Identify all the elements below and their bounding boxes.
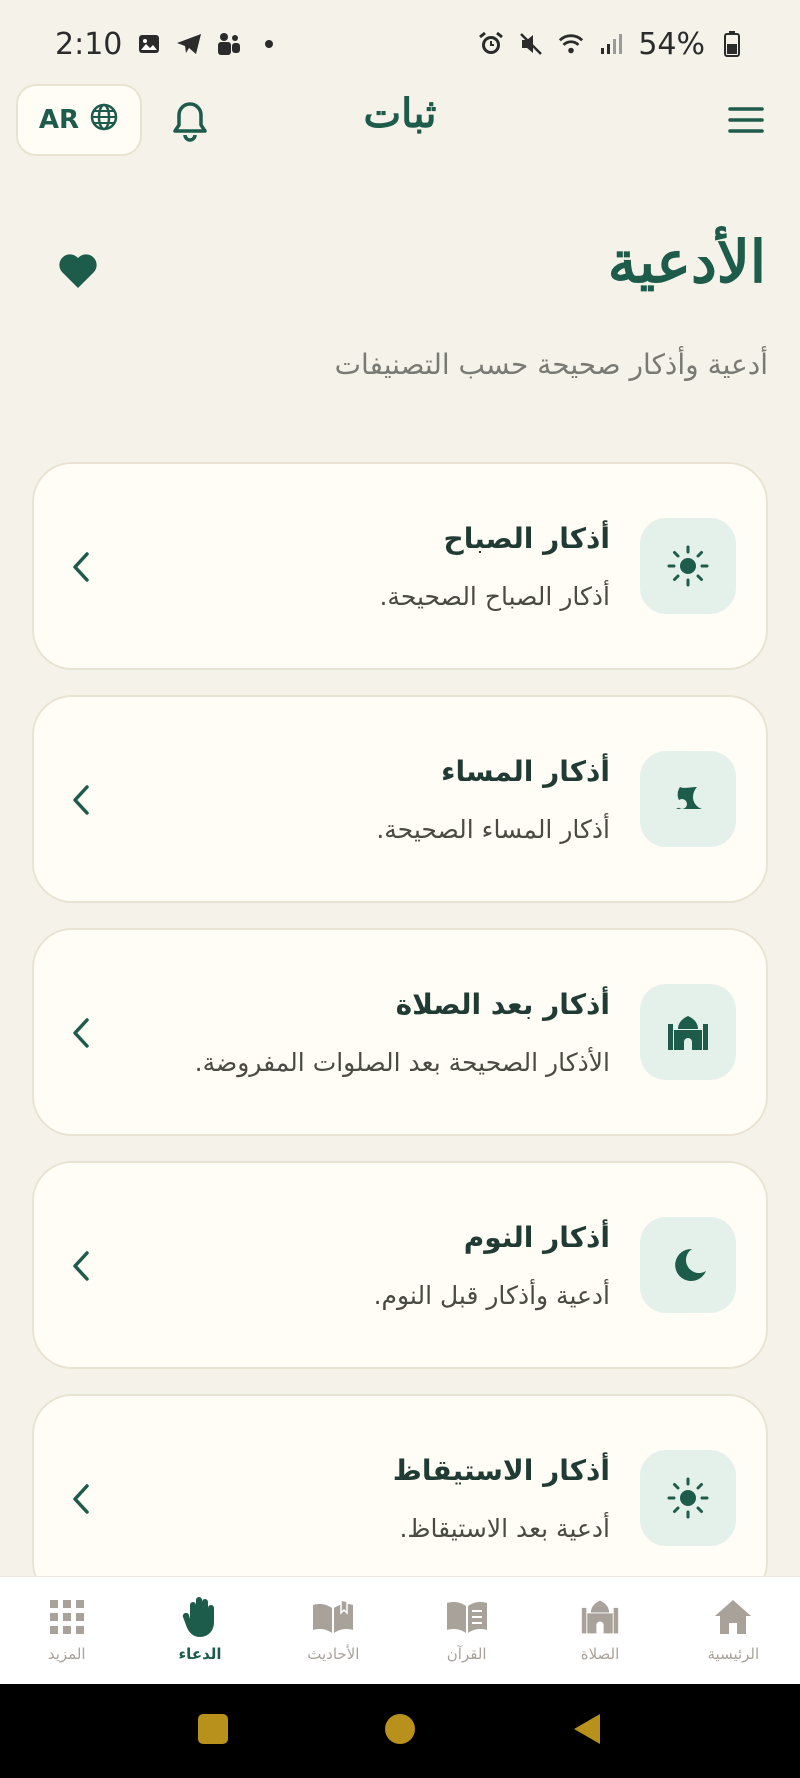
home-icon: [711, 1595, 755, 1639]
card-description: أدعية وأذكار قبل النوم.: [373, 1281, 610, 1310]
mosque-icon: [578, 1595, 622, 1639]
page-title: الأدعية: [607, 228, 766, 296]
mute-icon: [518, 31, 544, 57]
card-evening-adhkar[interactable]: أذكار المساء أذكار المساء الصحيحة.: [32, 695, 768, 903]
back-icon[interactable]: [570, 1712, 604, 1750]
moon-icon: [640, 1217, 736, 1313]
gallery-icon: [136, 31, 162, 57]
quran-icon: [445, 1595, 489, 1639]
card-title: أذكار الصباح: [443, 522, 610, 555]
card-title: أذكار الاستيقاظ: [392, 1454, 610, 1487]
app-header: AR ثبات: [0, 82, 800, 178]
battery-icon: [719, 31, 745, 57]
card-after-prayer-adhkar[interactable]: أذكار بعد الصلاة الأذكار الصحيحة بعد الص…: [32, 928, 768, 1136]
recents-icon[interactable]: [196, 1712, 230, 1750]
notification-dot-icon: [256, 31, 282, 57]
card-sleep-adhkar[interactable]: أذكار النوم أدعية وأذكار قبل النوم.: [32, 1161, 768, 1369]
card-morning-adhkar[interactable]: أذكار الصباح أذكار الصباح الصحيحة.: [32, 462, 768, 670]
chevron-left-icon: [70, 783, 92, 817]
heart-icon[interactable]: [58, 252, 98, 292]
hamburger-menu-icon[interactable]: [728, 106, 764, 134]
nav-quran[interactable]: القرآن: [400, 1577, 533, 1684]
teams-icon: [216, 31, 242, 57]
status-time: 2:10: [55, 26, 123, 62]
bottom-navigation: الرئيسية الصلاة القرآن الأحاديث الدعاء ا…: [0, 1576, 800, 1684]
chevron-left-icon: [70, 1016, 92, 1050]
nav-label: المزيد: [47, 1645, 86, 1663]
home-circle-icon[interactable]: [383, 1712, 417, 1750]
nav-more[interactable]: المزيد: [0, 1577, 133, 1684]
nav-label: الصلاة: [580, 1645, 620, 1663]
card-description: أذكار الصباح الصحيحة.: [379, 582, 610, 611]
card-description: الأذكار الصحيحة بعد الصلوات المفروضة.: [194, 1048, 610, 1077]
alarm-icon: [478, 31, 504, 57]
nav-label: الأحاديث: [307, 1645, 360, 1663]
chevron-left-icon: [70, 1249, 92, 1283]
card-title: أذكار بعد الصلاة: [395, 988, 610, 1021]
nav-label: القرآن: [446, 1645, 487, 1663]
nav-label: الدعاء: [178, 1645, 222, 1663]
telegram-icon: [176, 31, 202, 57]
sun-icon: [640, 1450, 736, 1546]
app-title: ثبات: [363, 90, 437, 137]
nav-dua[interactable]: الدعاء: [133, 1577, 266, 1684]
nav-prayer[interactable]: الصلاة: [533, 1577, 666, 1684]
book-icon: [311, 1595, 355, 1639]
mosque-icon: [640, 984, 736, 1080]
grid-icon: [45, 1595, 89, 1639]
chevron-left-icon: [70, 550, 92, 584]
card-title: أذكار المساء: [441, 755, 610, 788]
sunset-icon: [640, 751, 736, 847]
hand-icon: [178, 1595, 222, 1639]
chevron-left-icon: [70, 1482, 92, 1516]
nav-home[interactable]: الرئيسية: [667, 1577, 800, 1684]
nav-hadith[interactable]: الأحاديث: [267, 1577, 400, 1684]
card-description: أدعية بعد الاستيقاظ.: [399, 1514, 610, 1543]
page-subtitle: أدعية وأذكار صحيحة حسب التصنيفات: [334, 348, 768, 381]
card-waking-adhkar[interactable]: أذكار الاستيقاظ أدعية بعد الاستيقاظ.: [32, 1394, 768, 1602]
system-navigation-bar: [0, 1684, 800, 1778]
battery-percent: 54%: [638, 26, 705, 62]
card-title: أذكار النوم: [463, 1221, 610, 1254]
sun-icon: [640, 518, 736, 614]
status-bar: 2:10 54%: [0, 0, 800, 88]
wifi-icon: [558, 31, 584, 57]
nav-label: الرئيسية: [707, 1645, 760, 1663]
signal-icon: [598, 31, 624, 57]
card-description: أذكار المساء الصحيحة.: [376, 815, 610, 844]
